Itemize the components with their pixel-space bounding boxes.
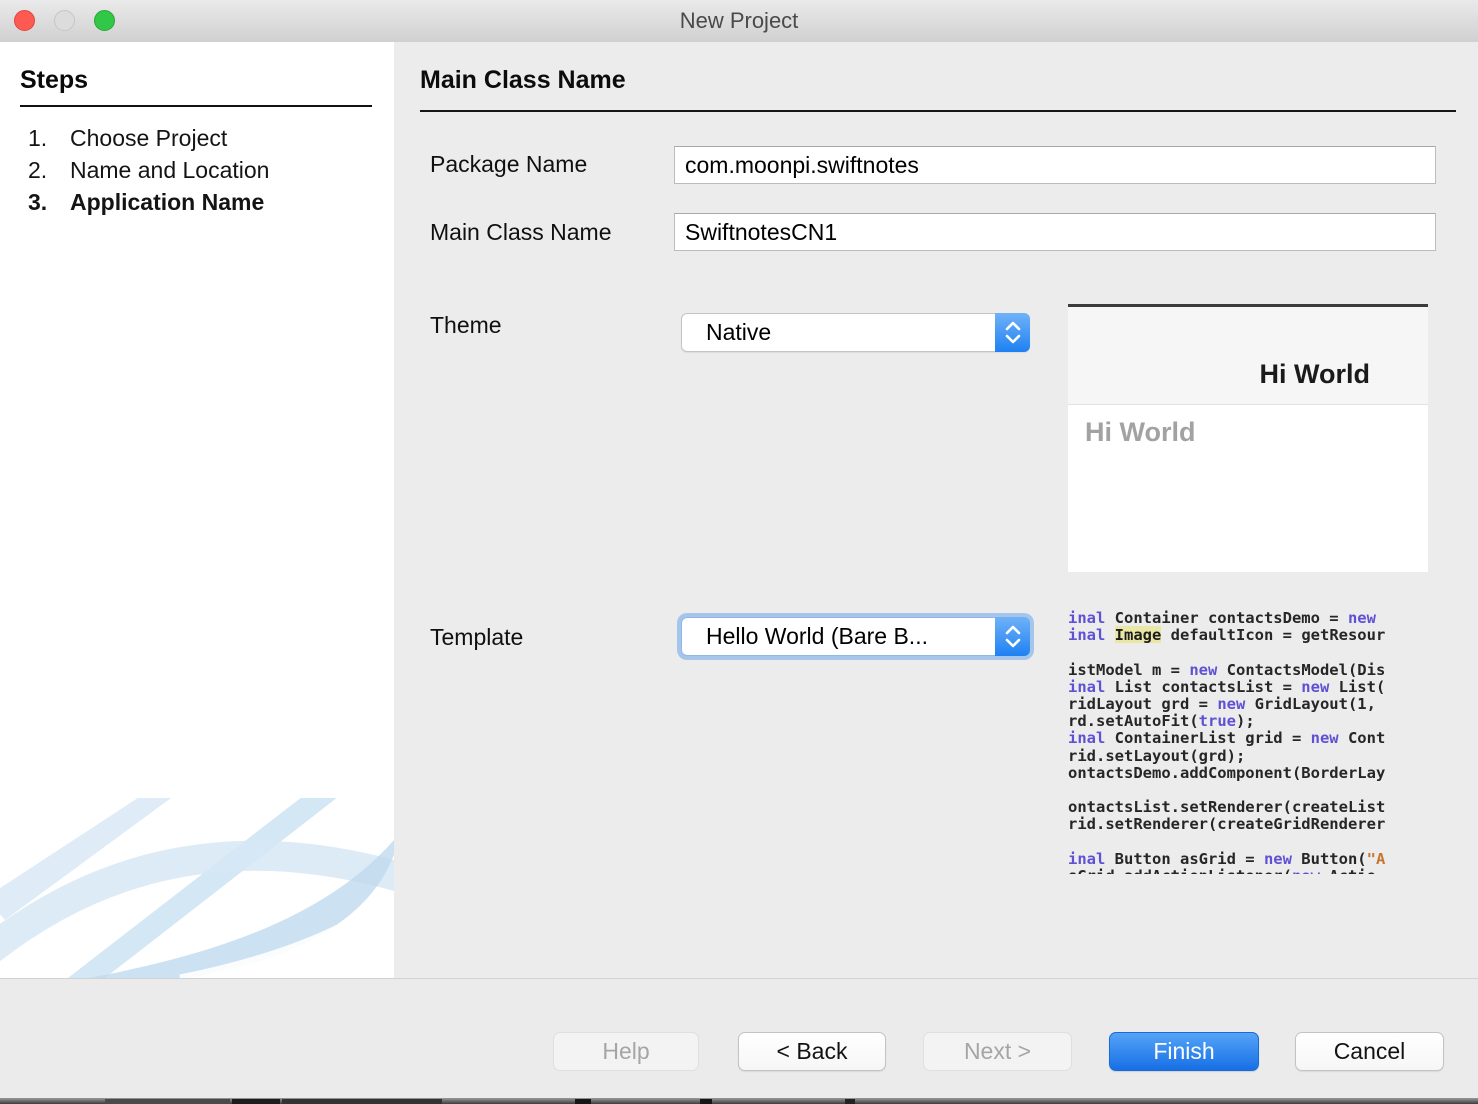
code-line: rd.setAutoFit(true); — [1068, 712, 1428, 729]
cancel-button[interactable]: Cancel — [1295, 1032, 1444, 1071]
step-label: Choose Project — [70, 122, 227, 154]
code-line: inal Container contactsDemo = new — [1068, 609, 1428, 626]
main-class-name-input[interactable] — [674, 213, 1436, 251]
theme-preview-content-text: Hi World — [1085, 417, 1196, 448]
page-title: Main Class Name — [420, 66, 1456, 112]
back-button[interactable]: < Back — [738, 1032, 886, 1071]
main-class-name-label: Main Class Name — [430, 219, 612, 246]
step-number: 3. — [0, 186, 70, 218]
template-label: Template — [430, 624, 523, 651]
code-line — [1068, 832, 1428, 849]
package-name-label: Package Name — [430, 151, 587, 178]
window-titlebar[interactable]: New Project — [0, 0, 1478, 43]
step-label: Name and Location — [70, 154, 269, 186]
step-application-name: 3. Application Name — [0, 186, 394, 218]
template-select[interactable]: Hello World (Bare B... — [681, 617, 1030, 656]
theme-preview-image: Hi World Hi World — [1068, 304, 1428, 572]
theme-select[interactable]: Native — [681, 313, 1030, 352]
package-name-input[interactable] — [674, 146, 1436, 184]
code-line: inal Image defaultIcon = getResour — [1068, 626, 1428, 643]
next-button[interactable]: Next > — [923, 1032, 1072, 1071]
background-window-edge — [0, 1098, 1478, 1104]
finish-button[interactable]: Finish — [1109, 1032, 1259, 1071]
combo-stepper-icon — [995, 313, 1030, 352]
step-name-and-location: 2. Name and Location — [0, 154, 394, 186]
code-line: ridLayout grd = new GridLayout(1, — [1068, 695, 1428, 712]
code-line — [1068, 781, 1428, 798]
code-line: ontactsList.setRenderer(createList — [1068, 798, 1428, 815]
window-title: New Project — [0, 0, 1478, 42]
step-number: 2. — [0, 154, 70, 186]
theme-preview-content: Hi World — [1068, 405, 1428, 572]
theme-preview-title-text: Hi World — [1260, 359, 1371, 390]
step-choose-project: 1. Choose Project — [0, 122, 394, 154]
theme-preview-titlebar: Hi World — [1068, 307, 1428, 405]
combo-stepper-icon — [995, 617, 1030, 656]
steps-list: 1. Choose Project 2. Name and Location 3… — [0, 122, 394, 218]
code-line: inal Button asGrid = new Button("A — [1068, 850, 1428, 867]
code-line: inal List contactsList = new List( — [1068, 678, 1428, 695]
code-line: rid.setLayout(grd); — [1068, 747, 1428, 764]
new-project-dialog: New Project Steps 1. Choose Project 2. N… — [0, 0, 1478, 1104]
template-selected-value: Hello World (Bare B... — [706, 618, 989, 655]
code-line: inal ContainerList grid = new Cont — [1068, 729, 1428, 746]
wizard-watermark-graphic — [0, 798, 394, 978]
steps-sidebar: Steps 1. Choose Project 2. Name and Loca… — [0, 42, 394, 978]
code-line: rid.setRenderer(createGridRenderer — [1068, 815, 1428, 832]
code-line: sGrid.addActionListener(new Actio — [1068, 867, 1428, 874]
theme-label: Theme — [430, 312, 502, 339]
template-code-preview: inal Container contactsDemo = newinal Im… — [1068, 609, 1428, 874]
code-line: ontactsDemo.addComponent(BorderLay — [1068, 764, 1428, 781]
help-button[interactable]: Help — [553, 1032, 699, 1071]
step-number: 1. — [0, 122, 70, 154]
steps-heading: Steps — [20, 66, 372, 107]
theme-selected-value: Native — [706, 314, 989, 351]
step-label: Application Name — [70, 186, 264, 218]
code-line — [1068, 643, 1428, 660]
code-line: istModel m = new ContactsModel(Dis — [1068, 661, 1428, 678]
